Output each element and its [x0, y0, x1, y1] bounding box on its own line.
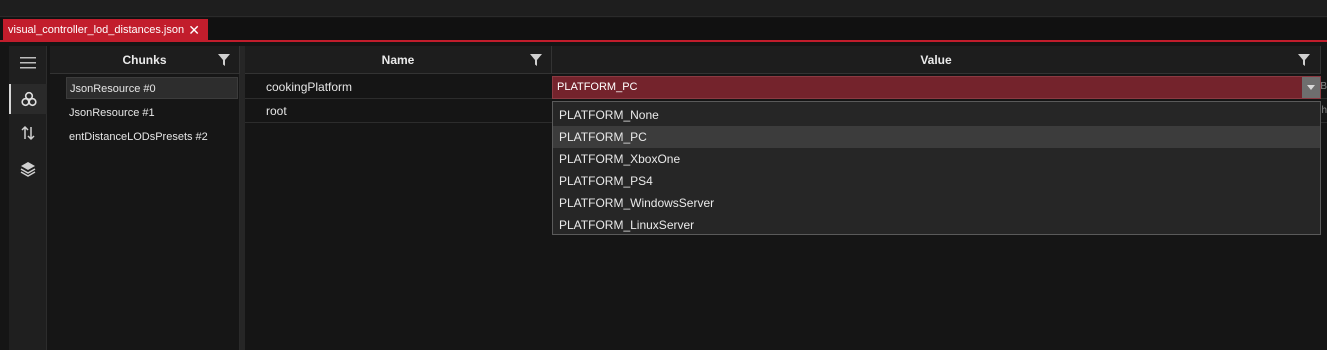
tool-strip [9, 46, 47, 350]
menu-icon [20, 57, 36, 69]
menu-button[interactable] [9, 48, 47, 78]
filter-icon[interactable] [530, 54, 542, 66]
chunks-panel: Chunks JsonResource #0 JsonResource #1 e… [50, 46, 240, 350]
chunk-item[interactable]: JsonResource #0 [66, 77, 238, 99]
close-tab-icon[interactable]: ✕ [188, 19, 200, 42]
document-tab-title: visual_controller_lod_distances.json [8, 24, 185, 36]
document-tab-strip: visual_controller_lod_distances.json ✕ [0, 18, 1327, 42]
layers-tool-button[interactable] [9, 154, 47, 184]
dropdown-option[interactable]: PLATFORM_PS4 [553, 170, 1320, 192]
title-bar [0, 0, 1327, 17]
sort-icon [21, 125, 35, 141]
combobox-value: PLATFORM_PC [557, 81, 638, 93]
name-column-header[interactable]: Name [245, 46, 552, 74]
dropdown-option[interactable]: PLATFORM_XboxOne [553, 148, 1320, 170]
chunks-icon [21, 91, 37, 107]
dropdown-option[interactable]: PLATFORM_None [553, 104, 1320, 126]
document-tab[interactable]: visual_controller_lod_distances.json ✕ [3, 19, 208, 42]
chevron-down-icon [1307, 85, 1315, 90]
dropdown-option[interactable]: PLATFORM_WindowsServer [553, 192, 1320, 214]
property-name: cookingPlatform [266, 80, 353, 94]
chunk-item[interactable]: entDistanceLODsPresets #2 [66, 126, 238, 148]
property-grid: Name Value cookingPlatform B root h PLAT… [245, 46, 1327, 350]
chunks-tool-button[interactable] [9, 84, 47, 114]
layers-icon [20, 162, 36, 177]
dropdown-option[interactable]: PLATFORM_LinuxServer [553, 214, 1320, 236]
filter-icon[interactable] [1298, 54, 1310, 66]
platform-combobox[interactable]: PLATFORM_PC [552, 76, 1321, 99]
value-header-label: Value [920, 53, 952, 67]
chunk-item[interactable]: JsonResource #1 [66, 102, 238, 124]
overflow-cell-text: h [1321, 105, 1327, 116]
chunks-header-label: Chunks [122, 53, 167, 67]
filter-icon[interactable] [218, 54, 230, 66]
dropdown-option[interactable]: PLATFORM_PC [553, 126, 1320, 148]
value-column-header[interactable]: Value [552, 46, 1321, 74]
platform-dropdown-list: PLATFORM_None PLATFORM_PC PLATFORM_XboxO… [552, 101, 1321, 235]
overflow-cell-text: B [1320, 81, 1327, 92]
property-name: root [266, 104, 287, 118]
name-header-label: Name [381, 53, 415, 67]
sort-tool-button[interactable] [9, 118, 47, 148]
chunks-column-header[interactable]: Chunks [50, 46, 240, 74]
dropdown-arrow-button[interactable] [1302, 77, 1320, 98]
